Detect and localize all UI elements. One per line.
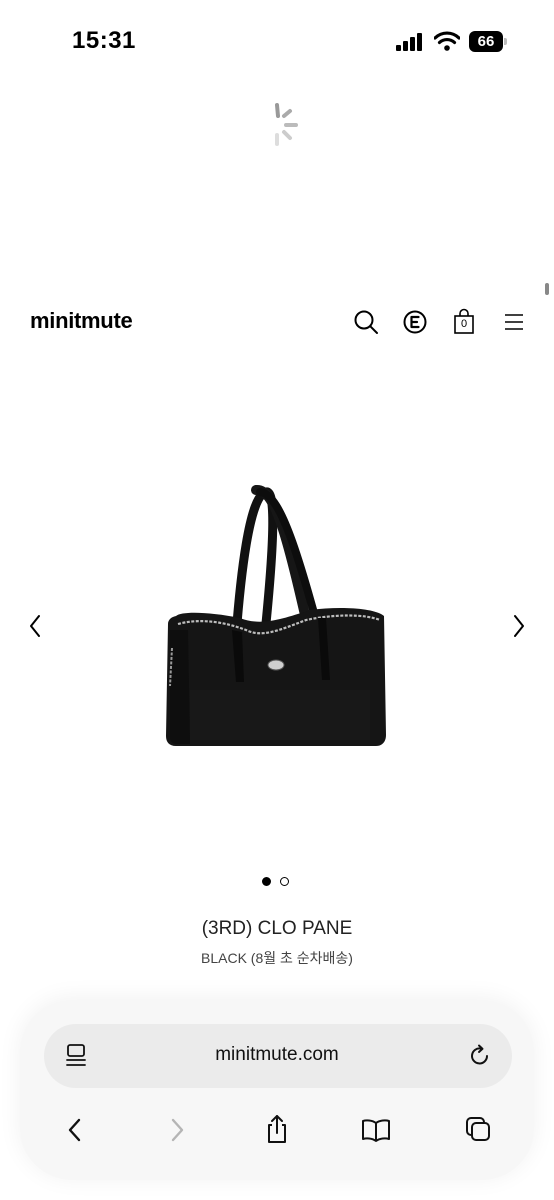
scroll-indicator[interactable] — [545, 283, 549, 295]
product-variant: BLACK (8월 초 순차배송) — [201, 950, 353, 966]
reload-icon — [471, 1044, 488, 1065]
bookmarks-icon — [362, 1119, 390, 1142]
forward-icon — [171, 1118, 184, 1142]
carousel-dot-2[interactable] — [280, 877, 289, 886]
bookmarks-button[interactable] — [359, 1114, 393, 1146]
carousel-dot-1[interactable] — [262, 877, 271, 886]
reload-button[interactable] — [466, 1042, 494, 1070]
cart-button[interactable]: 0 — [450, 308, 478, 336]
share-icon — [268, 1115, 286, 1143]
cart-count: 0 — [460, 318, 468, 330]
carousel-next-icon[interactable] — [508, 612, 528, 640]
status-bar: 15:31 66 — [0, 0, 554, 80]
product-image[interactable] — [150, 480, 400, 760]
battery-level: 66 — [477, 33, 495, 50]
search-button[interactable] — [352, 308, 380, 336]
menu-button[interactable] — [500, 308, 528, 336]
e-circle-button[interactable] — [401, 308, 429, 336]
product-name[interactable]: (3RD) CLO PANE — [0, 918, 554, 940]
share-button[interactable] — [261, 1112, 293, 1146]
loading-spinner-icon — [275, 103, 298, 146]
battery-icon: 66 — [469, 31, 507, 52]
status-time: 15:31 — [72, 27, 136, 54]
carousel-prev-icon[interactable] — [26, 612, 46, 640]
wifi-icon — [434, 31, 460, 51]
site-logo[interactable]: minitmute — [30, 308, 133, 334]
cellular-signal-icon — [396, 33, 422, 51]
menu-icon — [505, 314, 523, 330]
back-button[interactable] — [60, 1114, 90, 1146]
back-icon — [68, 1118, 81, 1142]
search-icon — [354, 310, 378, 334]
forward-button[interactable] — [162, 1114, 192, 1146]
carousel-dots — [262, 877, 289, 886]
e-circle-icon — [403, 310, 427, 334]
tabs-icon — [466, 1117, 490, 1141]
tabs-button[interactable] — [462, 1113, 494, 1145]
